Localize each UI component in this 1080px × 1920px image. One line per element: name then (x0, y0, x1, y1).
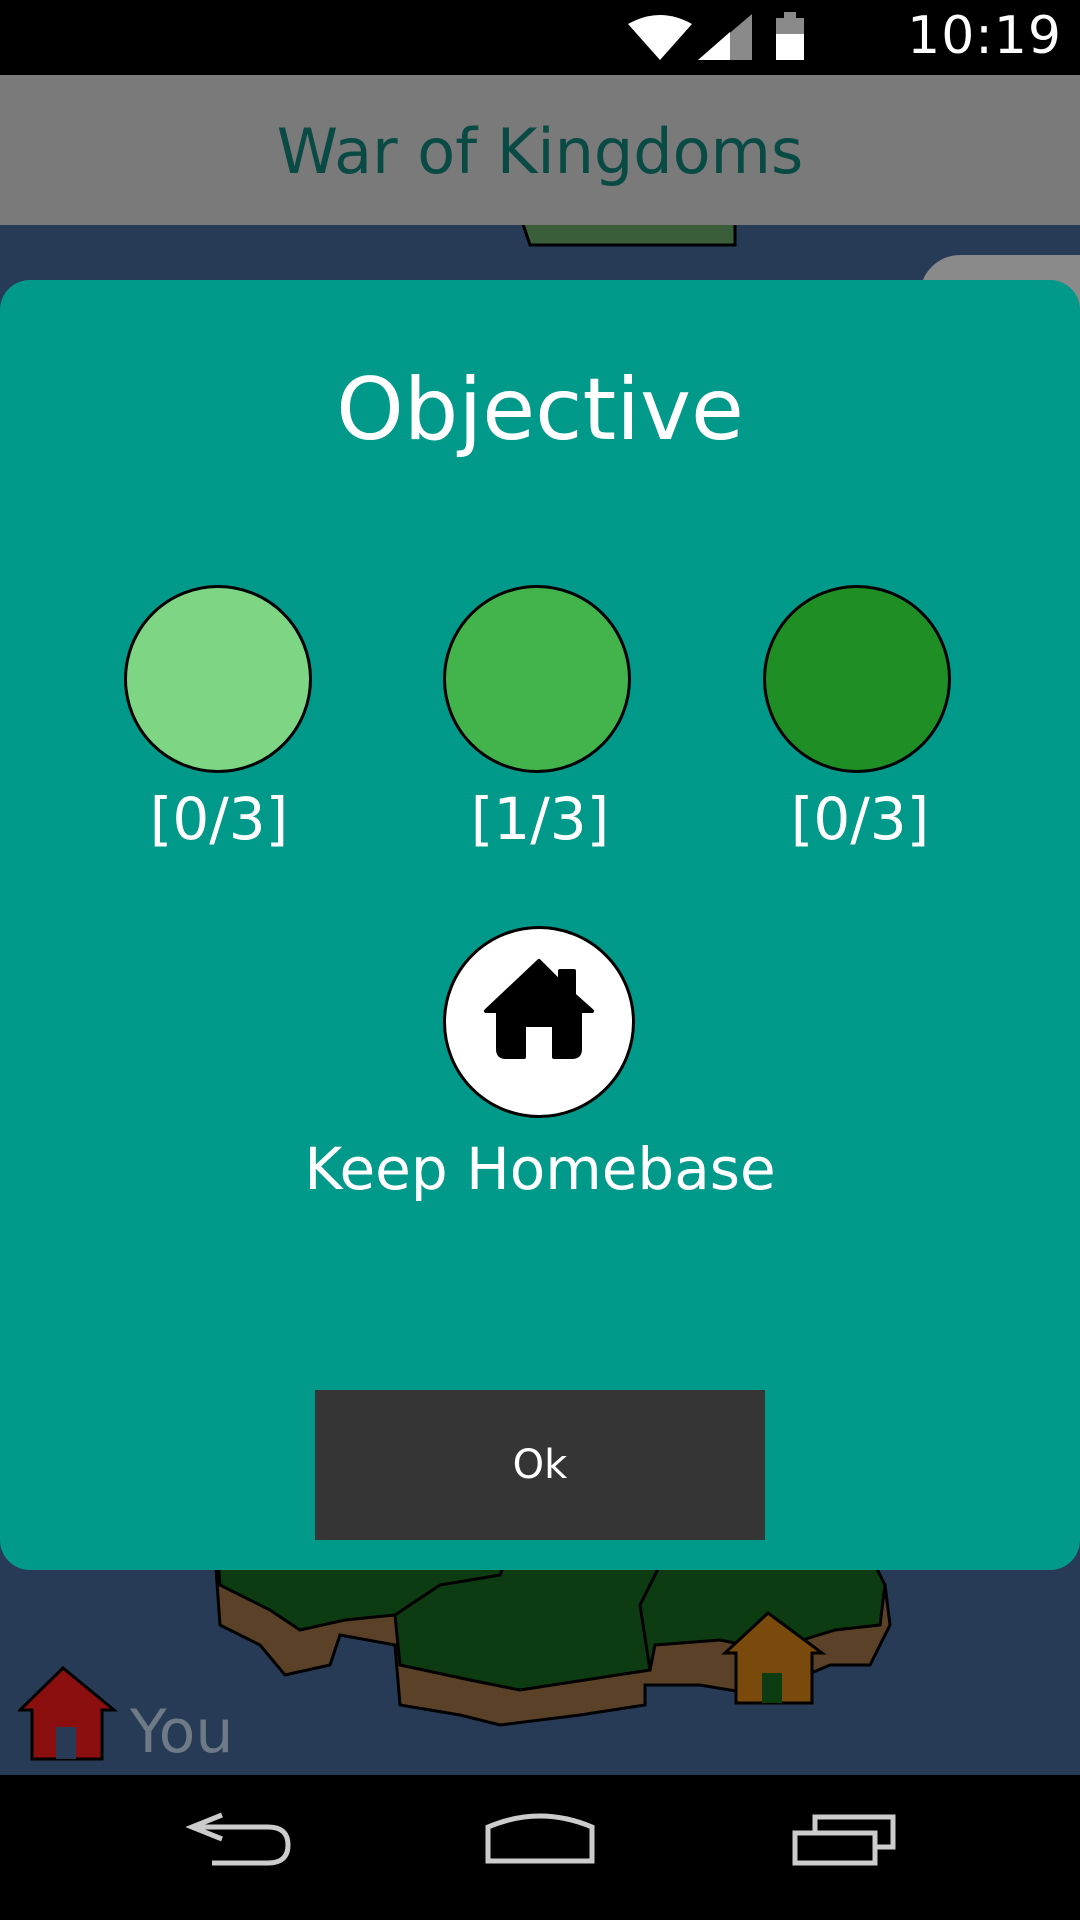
objective-label: Keep Homebase (304, 1135, 776, 1203)
wifi-icon (628, 15, 692, 60)
player-home-icon (18, 1665, 118, 1761)
app-title: War of Kingdoms (276, 115, 804, 188)
group-light-count: [0/3] (149, 785, 289, 853)
island-top[interactable] (520, 225, 737, 247)
group-dark-count: [0/3] (790, 785, 930, 853)
objective-dialog: Objective [0/3] [1/3] [0/3] Keep Homebas… (0, 280, 1080, 1570)
back-icon[interactable] (185, 1812, 291, 1866)
home-icon (484, 959, 594, 1059)
group-dark-circle (763, 585, 951, 773)
group-medium-count: [1/3] (470, 785, 610, 853)
dialog-title: Objective (336, 360, 744, 460)
group-light-circle (124, 585, 312, 773)
recent-apps-icon[interactable] (792, 1814, 896, 1866)
home-nav-icon[interactable] (485, 1813, 595, 1864)
legend-you-label: You (130, 1697, 234, 1767)
app-bar: War of Kingdoms (0, 75, 1080, 225)
status-time: 10:19 (907, 6, 1062, 66)
ok-button[interactable]: Ok (315, 1390, 765, 1540)
nav-bar (0, 1775, 1080, 1920)
objective-icon-circle (443, 926, 635, 1118)
status-icons (628, 12, 804, 60)
legend-you: You (18, 1665, 318, 1767)
signal-icon (698, 14, 752, 60)
battery-icon (776, 12, 804, 60)
status-bar: 10:19 (0, 0, 1080, 75)
group-medium-circle (443, 585, 631, 773)
